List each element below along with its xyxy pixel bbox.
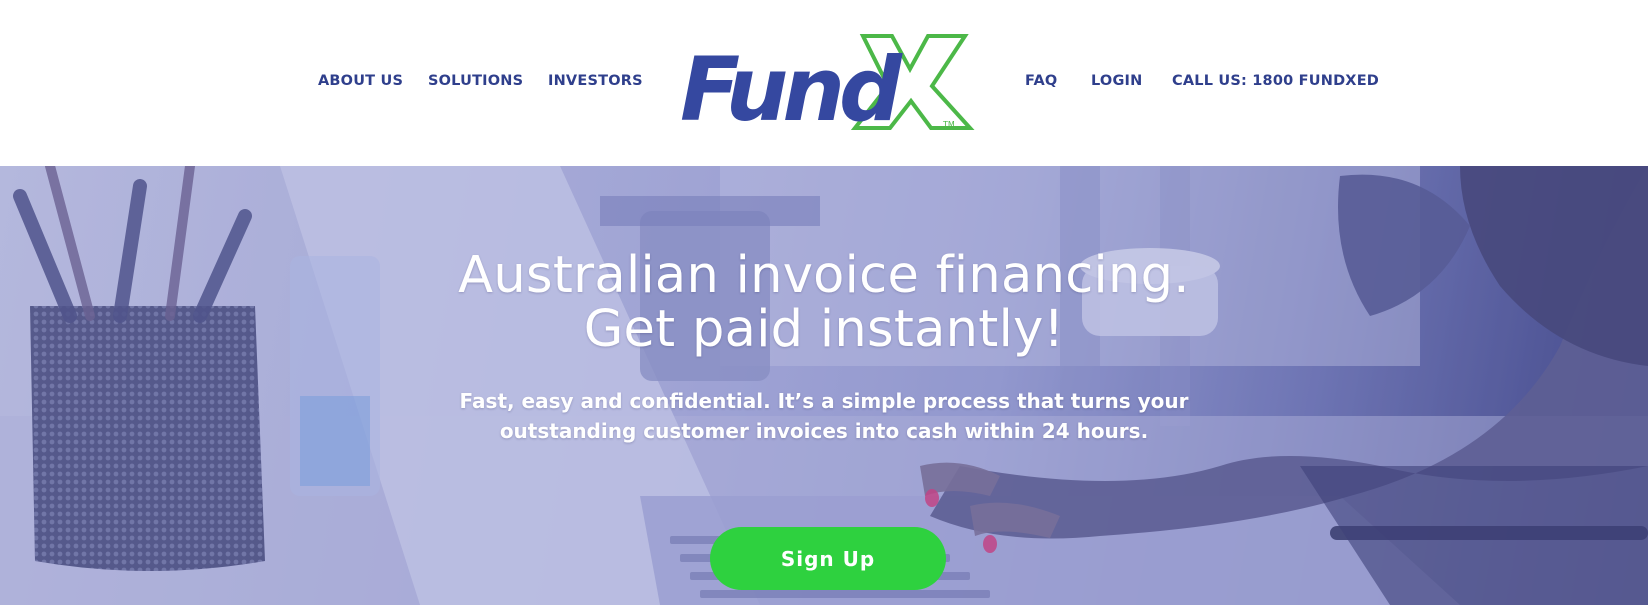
- nav-investors-link[interactable]: INVESTORS: [548, 73, 643, 89]
- nav-faq-link[interactable]: FAQ: [1025, 73, 1057, 89]
- nav-about-us-link[interactable]: ABOUT US: [318, 73, 403, 89]
- site-header: ABOUT US SOLUTIONS INVESTORS Fund TM FAQ…: [0, 0, 1648, 166]
- hero-subtitle-line-1: Fast, easy and confidential. It’s a simp…: [459, 389, 1189, 413]
- hero-subtitle-line-2: outstanding customer invoices into cash …: [499, 419, 1149, 443]
- nav-call-us-link[interactable]: CALL US: 1800 FUNDXED: [1172, 73, 1379, 89]
- nav-login-link[interactable]: LOGIN: [1091, 73, 1142, 89]
- hero-headline-line-2: Get paid instantly!: [583, 300, 1065, 359]
- nav-solutions-link[interactable]: SOLUTIONS: [428, 73, 523, 89]
- logo-trademark: TM: [942, 120, 955, 129]
- hero-headline-line-1: Australian invoice financing.: [458, 246, 1190, 305]
- fundx-logo[interactable]: Fund TM: [680, 34, 975, 130]
- sign-up-button[interactable]: Sign Up: [710, 527, 946, 590]
- logo-wordmark: Fund: [680, 38, 903, 130]
